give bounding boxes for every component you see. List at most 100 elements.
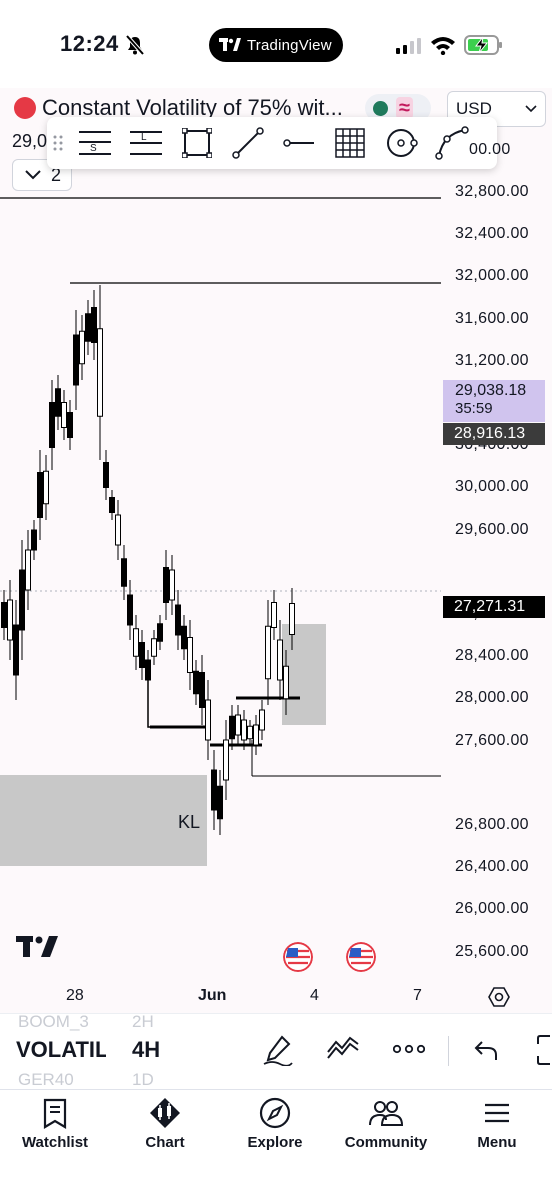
price-axis-label: 25,600.00 <box>455 942 529 960</box>
status-time: 12:24 <box>60 31 119 56</box>
candle-body <box>85 313 91 342</box>
community-icon <box>369 1101 404 1126</box>
symbol-logo-icon <box>14 97 36 119</box>
chevron-down-icon <box>525 105 537 113</box>
rectangle-tool-icon[interactable] <box>171 117 222 169</box>
us-event-flag-icon[interactable] <box>283 942 313 972</box>
drawings-toolbar-toggle-icon[interactable] <box>326 1034 360 1066</box>
candle-body <box>187 637 193 673</box>
time-label: 7 <box>413 987 422 1004</box>
last-price-tag: 28,916.13 <box>443 423 545 445</box>
strip-divider <box>448 1036 449 1066</box>
candle-body <box>133 628 139 657</box>
candle-body <box>91 307 97 343</box>
candle-body <box>259 709 265 731</box>
l-line-tool-icon[interactable]: L <box>120 117 171 169</box>
compass-icon <box>259 1097 291 1129</box>
drag-handle-icon[interactable] <box>47 134 69 152</box>
horizontal-ray-tool-icon[interactable] <box>273 117 324 169</box>
level-price-tag: 27,271.31 <box>443 596 545 618</box>
key-level-zone[interactable] <box>0 775 207 866</box>
currency-value: USD <box>456 99 492 118</box>
nav-community[interactable]: Community <box>331 1096 441 1151</box>
undo-icon[interactable] <box>474 1040 498 1062</box>
candle-body <box>127 594 133 626</box>
tradingview-watermark-icon[interactable] <box>16 936 58 958</box>
candle-body <box>121 558 127 587</box>
next-symbol-option[interactable]: GER40 <box>18 1070 74 1090</box>
wifi-icon <box>431 37 455 55</box>
brush-drawing-icon[interactable] <box>262 1034 294 1066</box>
price-axis-label: 26,400.00 <box>455 858 529 876</box>
l-line-tool-mark: L <box>141 132 147 143</box>
chart-settings-icon[interactable] <box>488 986 510 1008</box>
nav-label: Menu <box>477 1134 517 1151</box>
candle-body <box>13 624 19 676</box>
trend-line-tool-icon[interactable] <box>222 117 273 169</box>
candlestick-chart[interactable] <box>0 170 441 1015</box>
nav-watchlist[interactable]: Watchlist <box>0 1096 110 1151</box>
candle-body <box>193 670 199 695</box>
candle-body <box>97 328 103 417</box>
time-axis[interactable]: 28 Jun 4 7 <box>0 985 552 1013</box>
candle-body <box>139 642 145 668</box>
price-axis-label: 31,600.00 <box>455 309 529 327</box>
price-axis[interactable]: 00.00 32,800.00 32,400.00 32,000.00 31,600.0… <box>441 141 552 1015</box>
app-indicator-pill: TradingView <box>209 28 343 62</box>
active-symbol[interactable]: VOLATIL <box>16 1037 106 1063</box>
active-interval[interactable]: 4H <box>132 1037 160 1063</box>
current-price: 29,038.18 <box>455 382 527 399</box>
prev-interval-option[interactable]: 2H <box>132 1012 154 1032</box>
s-line-tool-mark: S <box>90 143 97 154</box>
candle-body <box>19 569 25 631</box>
more-options-icon[interactable] <box>393 1043 425 1055</box>
candle-body <box>235 714 241 736</box>
chart-area[interactable]: 00.00 32,800.00 32,400.00 32,000.00 31,600.0… <box>0 141 552 1015</box>
candle-body <box>115 514 121 546</box>
next-interval-option[interactable]: 1D <box>132 1070 154 1090</box>
nav-chart[interactable]: Chart <box>110 1096 220 1151</box>
nav-label: Watchlist <box>21 1134 89 1151</box>
price-axis-label: 28,400.00 <box>455 647 529 665</box>
nav-explore[interactable]: Explore <box>220 1096 330 1151</box>
time-label: Jun <box>198 987 227 1004</box>
delayed-data-icon: ≈ <box>396 97 413 119</box>
candle-body <box>223 739 229 781</box>
s-line-tool-icon[interactable]: S <box>69 117 120 169</box>
candle-body <box>253 724 259 746</box>
candle-body <box>289 603 295 635</box>
kl-label[interactable]: KL <box>178 812 200 833</box>
drawing-toolbar[interactable]: S L <box>47 117 497 169</box>
candle-body <box>229 715 235 740</box>
candle-body <box>7 599 13 641</box>
candle-body <box>1 602 7 628</box>
tradingview-logo-icon <box>219 38 241 51</box>
candle-body <box>265 625 271 680</box>
bell-muted-icon <box>125 34 145 56</box>
candle-body <box>61 402 67 428</box>
candle-body <box>157 623 163 642</box>
candle-body <box>181 625 187 650</box>
nav-menu[interactable]: Menu <box>442 1096 552 1151</box>
fullscreen-icon[interactable] <box>536 1034 552 1066</box>
nav-label: Chart <box>145 1134 185 1151</box>
candle-body <box>109 497 115 513</box>
time-label: 4 <box>310 987 319 1004</box>
prev-symbol-option[interactable]: BOOM_3 <box>18 1012 89 1032</box>
price-axis-label: 26,800.00 <box>455 816 529 833</box>
candle-body <box>67 412 73 438</box>
circle-tool-icon[interactable] <box>375 117 426 169</box>
nav-label: Explore <box>247 1134 303 1151</box>
candle-body <box>73 334 79 386</box>
candle-body <box>151 638 157 657</box>
menu-icon <box>485 1103 509 1123</box>
current-price-tag: 29,038.18 35:59 <box>443 380 545 422</box>
price-axis-label: 26,000.00 <box>455 900 529 918</box>
price-axis-label: 31,200.00 <box>455 351 529 369</box>
cellular-signal-icon <box>396 38 421 54</box>
price-axis-label: 29,600.00 <box>455 520 529 538</box>
candle-body <box>55 388 61 417</box>
price-axis-label: 32,800.00 <box>455 183 529 200</box>
grid-tool-icon[interactable] <box>324 117 375 169</box>
us-event-flag-icon[interactable] <box>346 942 376 972</box>
